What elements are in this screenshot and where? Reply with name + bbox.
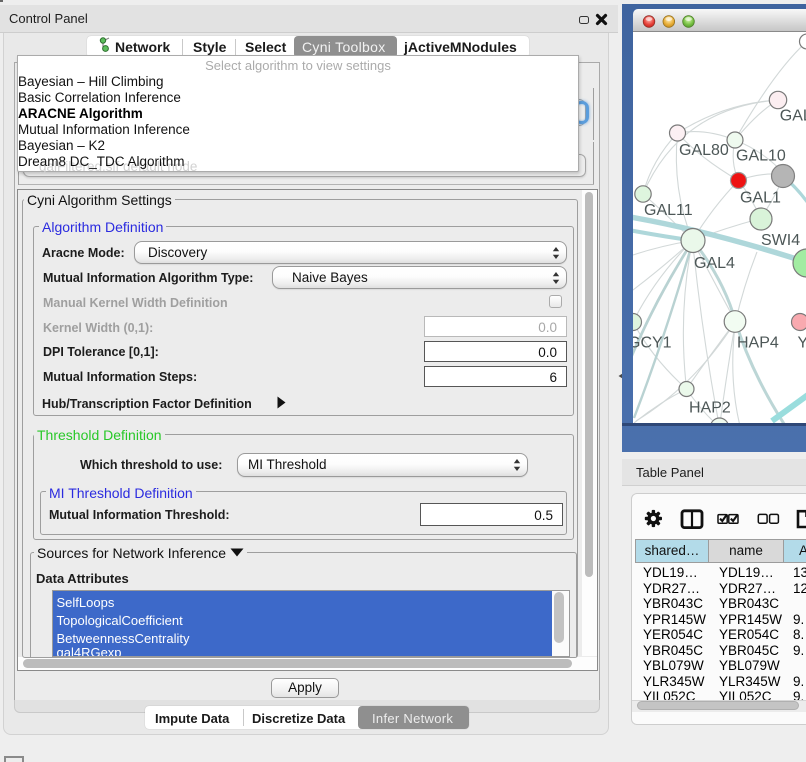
svg-text:HAP4: HAP4 — [737, 335, 779, 352]
svg-text:GAL1: GAL1 — [740, 190, 781, 207]
svg-text:GAL80: GAL80 — [679, 142, 729, 159]
svg-text:GAL4: GAL4 — [694, 255, 735, 272]
svg-text:GAL11: GAL11 — [644, 202, 693, 219]
svg-text:HAP2: HAP2 — [689, 400, 731, 417]
svg-text:SWI4: SWI4 — [761, 232, 800, 249]
svg-text:GAL2: GAL2 — [780, 108, 806, 125]
svg-text:GCY1: GCY1 — [633, 335, 672, 352]
svg-text:YB: YB — [798, 335, 806, 352]
svg-text:GAL10: GAL10 — [736, 148, 786, 165]
